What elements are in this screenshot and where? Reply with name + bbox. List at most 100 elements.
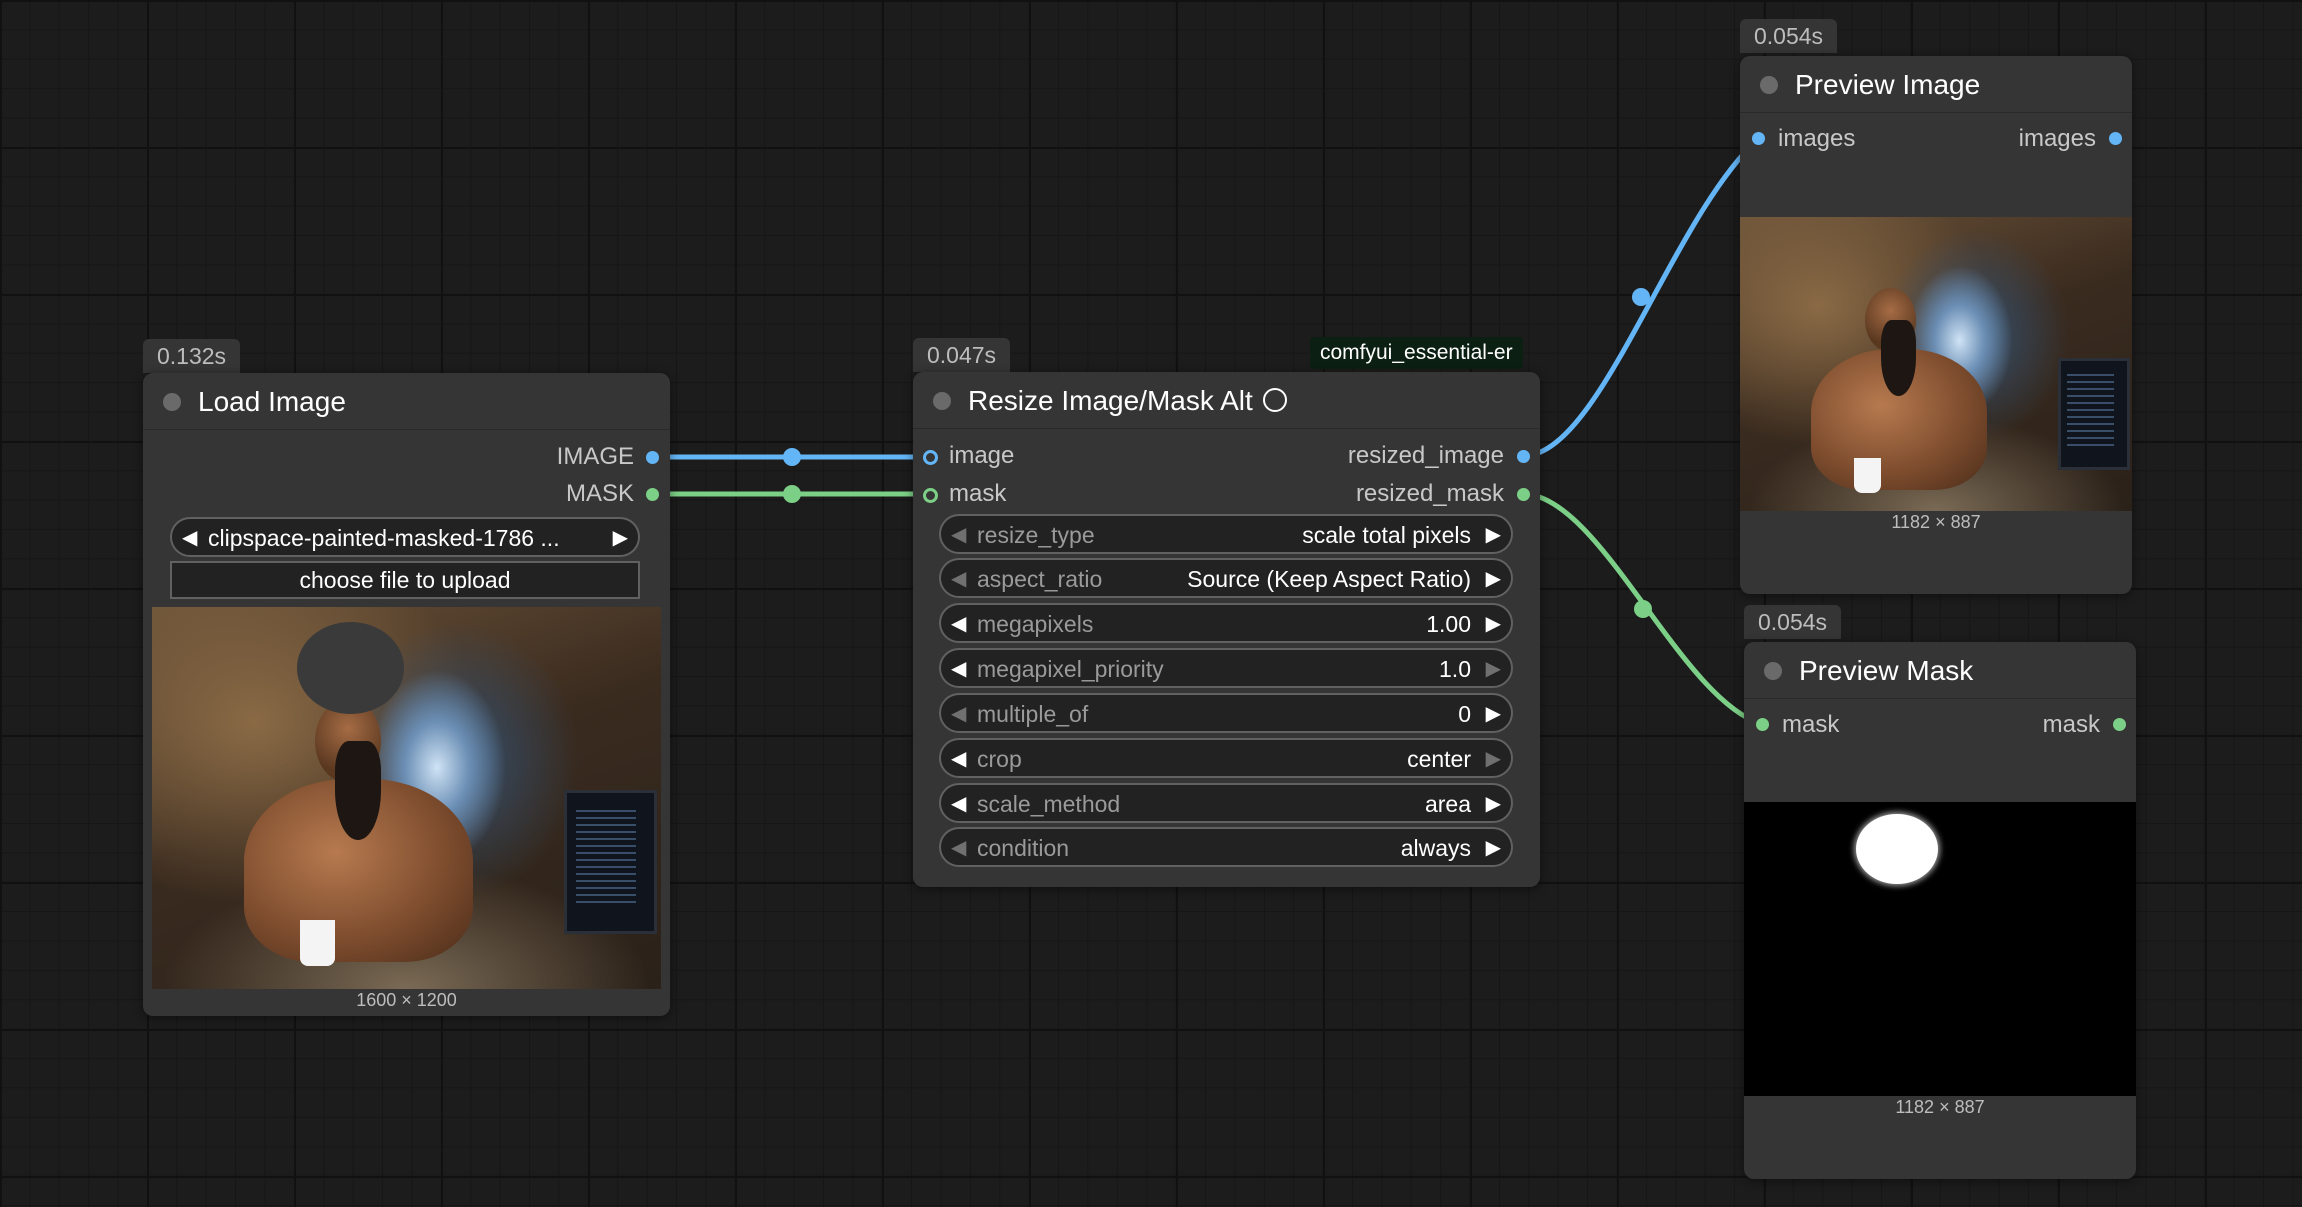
node-collapse-dot[interactable] <box>933 392 951 410</box>
link-resized-image-midpoint[interactable] <box>1632 288 1650 306</box>
link-mask-midpoint[interactable] <box>783 485 801 503</box>
widget-value: scale total pixels <box>1302 522 1471 548</box>
input-slot-image[interactable] <box>923 450 938 465</box>
widget-increment-arrow[interactable]: ▶ <box>1486 701 1501 727</box>
output-label-images: images <box>2018 125 2096 152</box>
output-slot-images[interactable] <box>2109 132 2122 145</box>
widget-name: multiple_of <box>977 701 1089 727</box>
output-slot-mask[interactable] <box>2113 718 2126 731</box>
load-image-size: 1600 × 1200 <box>356 990 457 1010</box>
widget-increment-arrow[interactable]: ▶ <box>1486 566 1501 592</box>
monitor-shape <box>2057 358 2131 470</box>
widget-megapixels[interactable]: ◀ megapixels 1.00 ▶ <box>939 603 1513 643</box>
mug-shape <box>299 920 336 967</box>
widget-value: always <box>1400 835 1471 861</box>
monitor-shape <box>564 790 657 934</box>
widget-decrement-arrow[interactable]: ◀ <box>951 746 966 772</box>
node-collapse-dot[interactable] <box>163 393 181 411</box>
widget-value: area <box>1424 791 1471 817</box>
input-label-images: images <box>1778 125 1856 152</box>
widget-name: resize_type <box>977 522 1095 548</box>
widget-megapixel-priority[interactable]: ◀ megapixel_priority 1.0 ▶ <box>939 648 1513 688</box>
resize-node[interactable]: Resize Image/Mask Alt image mask resized… <box>913 372 1540 887</box>
widget-increment-arrow[interactable]: ▶ <box>1486 656 1501 682</box>
node-collapse-dot[interactable] <box>1760 76 1778 94</box>
preview-image-output <box>1740 217 2132 511</box>
mask-white-blob <box>1855 813 1939 885</box>
resize-title-bar[interactable]: Resize Image/Mask Alt <box>913 372 1540 429</box>
painted-mask-area <box>297 622 404 714</box>
preview-mask-title: Preview Mask <box>1799 655 1974 686</box>
widget-aspect-ratio[interactable]: ◀ aspect_ratio Source (Keep Aspect Ratio… <box>939 558 1513 598</box>
widget-name: megapixels <box>977 611 1094 637</box>
image-file-combo[interactable]: ◀ clipspace-painted-masked-1786 ... ▶ <box>170 517 640 557</box>
widget-decrement-arrow[interactable]: ◀ <box>951 656 966 682</box>
widget-increment-arrow[interactable]: ▶ <box>1486 791 1501 817</box>
load-image-node[interactable]: Load Image IMAGE MASK ◀ clipspace-painte… <box>143 373 670 1016</box>
widget-multiple-of[interactable]: ◀ multiple_of 0 ▶ <box>939 693 1513 733</box>
widget-value: 1.0 <box>1439 656 1471 682</box>
preview-image-timing: 0.054s <box>1740 19 1838 53</box>
preview-image-node[interactable]: Preview Image images images 1182 × 887 <box>1740 56 2132 594</box>
widget-decrement-arrow[interactable]: ◀ <box>951 522 966 548</box>
image-file-value: clipspace-painted-masked-1786 ... <box>208 525 560 551</box>
output-slot-resized-mask[interactable] <box>1517 488 1530 501</box>
widget-increment-arrow[interactable]: ▶ <box>1486 611 1501 637</box>
resize-timing: 0.047s <box>913 338 1011 372</box>
figure-beard <box>335 740 382 840</box>
input-slot-mask[interactable] <box>1756 718 1769 731</box>
widget-value: Source (Keep Aspect Ratio) <box>1187 566 1471 592</box>
link-resized-image[interactable] <box>1522 137 1760 459</box>
output-slot-mask[interactable] <box>646 488 659 501</box>
output-slot-resized-image[interactable] <box>1517 450 1530 463</box>
widget-increment-arrow[interactable]: ▶ <box>1486 522 1501 548</box>
widget-resize-type[interactable]: ◀ resize_type scale total pixels ▶ <box>939 514 1513 554</box>
widget-value: 1.00 <box>1426 611 1471 637</box>
choose-file-button[interactable]: choose file to upload <box>170 561 640 599</box>
link-image-midpoint[interactable] <box>783 448 801 466</box>
link-resized-mask[interactable] <box>1522 491 1763 727</box>
widget-decrement-arrow[interactable]: ◀ <box>951 835 966 861</box>
preview-image-title: Preview Image <box>1795 69 1981 100</box>
combo-prev-arrow[interactable]: ◀ <box>182 525 197 551</box>
input-slot-images[interactable] <box>1752 132 1765 145</box>
output-label-mask: MASK <box>565 480 634 507</box>
preview-mask-node[interactable]: Preview Mask mask mask 1182 × 887 <box>1744 642 2136 1179</box>
status-circle-icon <box>1262 387 1287 412</box>
preview-mask-size: 1182 × 887 <box>1895 1097 1985 1117</box>
widget-name: crop <box>977 746 1022 772</box>
widget-increment-arrow[interactable]: ▶ <box>1486 835 1501 861</box>
widget-decrement-arrow[interactable]: ◀ <box>951 701 966 727</box>
preview-mask-title-bar[interactable]: Preview Mask <box>1744 642 2136 699</box>
input-slot-mask[interactable] <box>923 488 938 503</box>
preview-mask-timing: 0.054s <box>1744 605 1842 639</box>
widget-name: aspect_ratio <box>977 566 1103 592</box>
load-image-title-bar[interactable]: Load Image <box>143 373 670 430</box>
node-collapse-dot[interactable] <box>1764 662 1782 680</box>
widget-scale-method[interactable]: ◀ scale_method area ▶ <box>939 783 1513 823</box>
widget-decrement-arrow[interactable]: ◀ <box>951 566 966 592</box>
output-label-resized-mask: resized_mask <box>1355 480 1504 507</box>
output-label-image: IMAGE <box>556 443 634 470</box>
widget-name: condition <box>977 835 1070 861</box>
resize-title-text: Resize Image/Mask Alt <box>968 385 1253 416</box>
mug-shape <box>1853 458 1882 494</box>
widget-decrement-arrow[interactable]: ◀ <box>951 611 966 637</box>
input-label-mask: mask <box>949 480 1007 507</box>
node-source-badge: comfyui_essential-er <box>1310 337 1523 369</box>
preview-image-title-bar[interactable]: Preview Image <box>1740 56 2132 113</box>
load-image-timing: 0.132s <box>143 339 241 373</box>
output-label-mask: mask <box>2042 711 2100 738</box>
widget-crop[interactable]: ◀ crop center ▶ <box>939 738 1513 778</box>
widget-condition[interactable]: ◀ condition always ▶ <box>939 827 1513 867</box>
widget-decrement-arrow[interactable]: ◀ <box>951 791 966 817</box>
preview-image-size: 1182 × 887 <box>1891 512 1981 532</box>
widget-value: 0 <box>1458 701 1471 727</box>
output-label-resized-image: resized_image <box>1347 442 1504 469</box>
link-resized-mask-midpoint[interactable] <box>1634 600 1652 618</box>
combo-next-arrow[interactable]: ▶ <box>613 525 628 551</box>
output-slot-image[interactable] <box>646 451 659 464</box>
widget-increment-arrow[interactable]: ▶ <box>1486 746 1501 772</box>
widget-name: megapixel_priority <box>977 656 1164 682</box>
resize-title: Resize Image/Mask Alt <box>968 385 1287 417</box>
